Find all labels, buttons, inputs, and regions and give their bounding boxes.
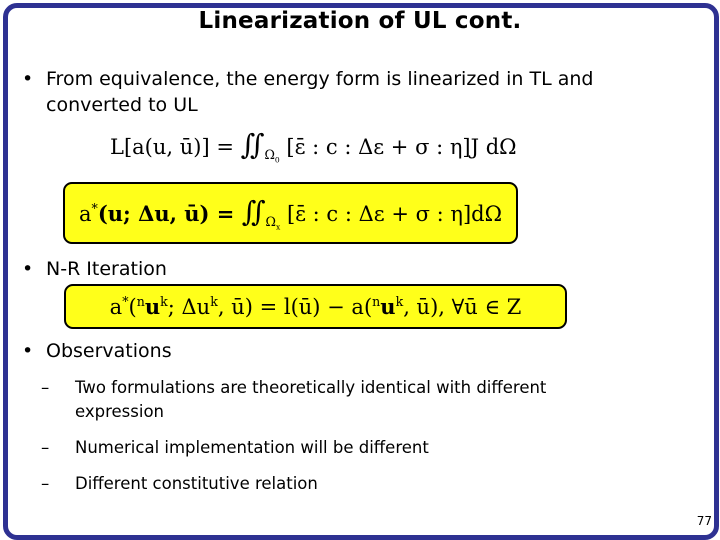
double-integral-symbol: ∬ bbox=[240, 128, 265, 161]
page-number: 77 bbox=[696, 514, 712, 528]
dash-marker: – bbox=[41, 438, 50, 457]
sub-item-numerical: – Numerical implementation will be diffe… bbox=[41, 436, 681, 460]
bullet-text-line1: From equivalence, the energy form is lin… bbox=[46, 68, 594, 90]
double-integral-symbol: ∬ bbox=[241, 194, 266, 228]
eq-part: ( bbox=[128, 295, 137, 319]
equation-box-ul-linearization: a*(u; Δu, ū) = ∬Ωx [ε̄ : c : Δε + σ : η]… bbox=[63, 182, 518, 244]
equation-ul-linearization: a*(u; Δu, ū) = ∬Ωx [ε̄ : c : Δε + σ : η]… bbox=[79, 195, 502, 232]
sub-item-text-line2: expression bbox=[75, 402, 165, 421]
eq-u: u bbox=[144, 294, 161, 319]
bullet-text: Observations bbox=[46, 340, 172, 362]
domain-subscript: 0 bbox=[274, 155, 280, 165]
dash-marker: – bbox=[41, 474, 50, 493]
eq-part: , ū), ∀ū ∈ Z bbox=[403, 295, 522, 319]
sub-item-text-line1: Two formulations are theoretically ident… bbox=[75, 378, 547, 397]
sub-item-text: Different constitutive relation bbox=[75, 474, 318, 493]
bullet-text-line2: converted to UL bbox=[46, 94, 198, 116]
bullet-text: N-R Iteration bbox=[46, 258, 167, 280]
eq-a: a bbox=[109, 295, 123, 319]
sub-item-constitutive: – Different constitutive relation bbox=[41, 472, 681, 496]
eq-u: u bbox=[380, 294, 396, 319]
equation-nr-iteration: a*(nuk; Δuk, ū) = l(ū) − a(nuk, ū), ∀ū ∈… bbox=[110, 294, 522, 319]
sub-item-formulations: – Two formulations are theoretically ide… bbox=[41, 376, 681, 424]
bullet-marker: • bbox=[22, 258, 34, 280]
equation-lhs: a bbox=[78, 201, 92, 226]
integrand: [ε̄ : c : Δε + σ : η]dΩ bbox=[286, 201, 503, 226]
sub-item-text: Numerical implementation will be differe… bbox=[75, 438, 429, 457]
step-superscript: n bbox=[136, 294, 145, 309]
iter-superscript: k bbox=[210, 294, 218, 309]
equation-box-nr-iteration: a*(nuk; Δuk, ū) = l(ū) − a(nuk, ū), ∀ū ∈… bbox=[64, 284, 567, 329]
integration-domain: Ω bbox=[264, 147, 275, 163]
bullet-marker: • bbox=[22, 340, 34, 362]
bullet-nr-iteration: • N-R Iteration bbox=[22, 256, 322, 282]
bullet-equivalence: • From equivalence, the energy form is l… bbox=[22, 66, 702, 118]
domain-subscript: x bbox=[275, 222, 281, 232]
equation-args: (u; Δu, ū) = bbox=[97, 200, 242, 226]
dash-marker: – bbox=[41, 378, 50, 397]
iter-superscript: k bbox=[160, 294, 168, 309]
equation-lhs: L[a(u, ū)] = bbox=[110, 135, 241, 159]
integrand: [ε̄ : c : Δε + σ : η]J dΩ bbox=[286, 135, 517, 159]
eq-part: , ū) = l(ū) − a( bbox=[217, 295, 373, 319]
slide-title: Linearization of UL cont. bbox=[198, 8, 522, 34]
bullet-observations: • Observations bbox=[22, 338, 322, 364]
eq-part: ; Δu bbox=[167, 295, 211, 319]
equation-tl-linearization: L[a(u, ū)] = ∬Ω0 [ε̄ : c : Δε + σ : η]J … bbox=[110, 128, 517, 165]
integration-domain: Ω bbox=[265, 213, 276, 229]
bullet-marker: • bbox=[22, 68, 34, 90]
